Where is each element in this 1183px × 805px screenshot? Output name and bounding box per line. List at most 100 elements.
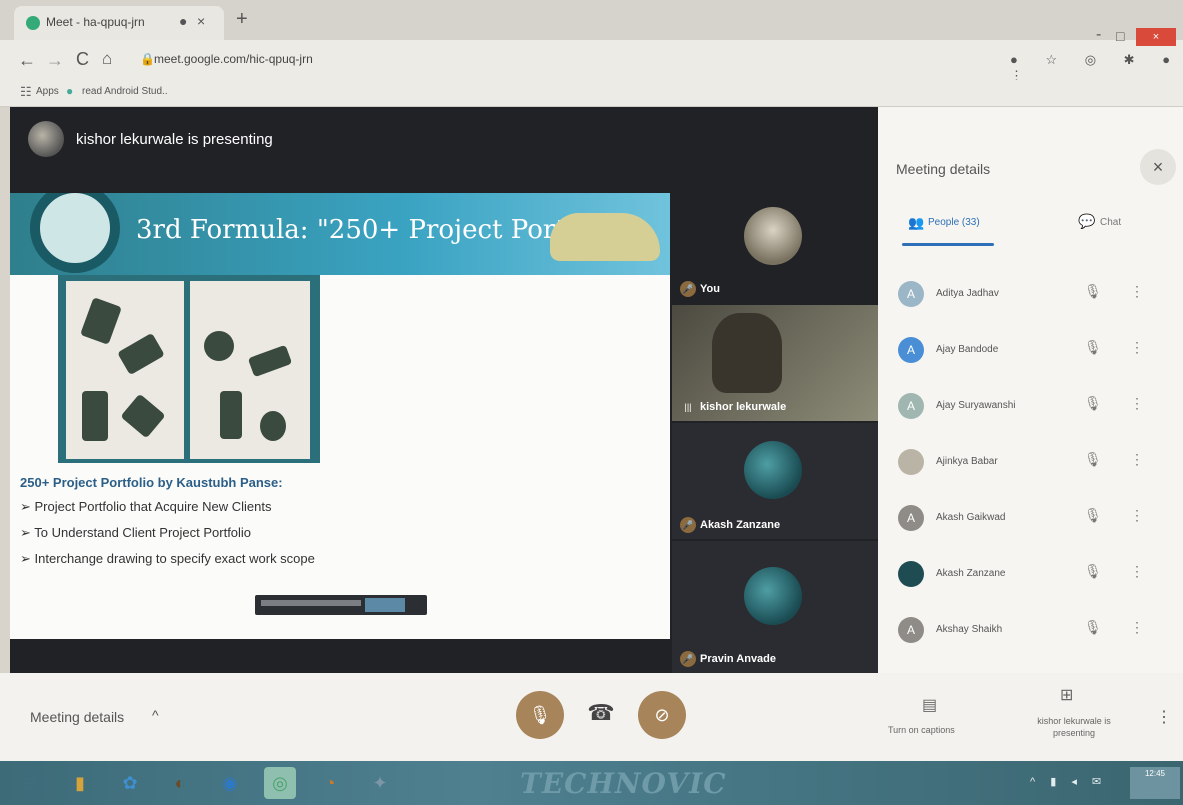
avatar [898, 449, 924, 475]
more-icon[interactable]: ⋮ [1130, 283, 1144, 300]
more-icon[interactable]: ⋮ [1130, 339, 1144, 356]
mic-icon: 🎤 [680, 517, 696, 533]
captions-icon[interactable]: ▤ [922, 695, 937, 715]
mic-off-icon[interactable]: 🎙 [1084, 339, 1102, 356]
slide-banner: 3rd Formula: "250+ Project Portfolio" [10, 193, 670, 275]
meeting-control-bar: Meeting details ^ 🎙 ☎ ⊘ ▤ Turn on captio… [0, 673, 1183, 761]
system-tray[interactable]: ^ ▮ ◂ ✉ [1030, 775, 1107, 788]
shared-slide: 3rd Formula: "250+ Project Portfolio" 25… [10, 193, 670, 639]
mic-icon: 🎤 [680, 651, 696, 667]
maximize-button[interactable]: □ [1116, 28, 1124, 44]
hide-sharing-button[interactable] [365, 598, 405, 612]
presenter-status: kishor lekurwale is presenting [76, 131, 273, 148]
mic-off-icon[interactable]: 🎙 [1084, 507, 1102, 524]
participant-row[interactable]: A Akshay Shaikh 🎙 ⋮ [878, 605, 1183, 661]
taskbar-app-icon[interactable]: ◎ [264, 767, 296, 799]
avatar [898, 561, 924, 587]
bookmark-apps[interactable]: Apps [36, 86, 59, 97]
participant-row[interactable]: A Ajay Bandode 🎙 ⋮ [878, 325, 1183, 381]
avatar [744, 441, 802, 499]
mic-toggle-button[interactable]: 🎙 [516, 691, 564, 739]
participant-tile-you[interactable]: 🎤 You [672, 187, 878, 303]
apps-grid-icon[interactable]: ☷ [20, 84, 32, 100]
participant-tile-pravin[interactable]: 🎤 Pravin Anvade [672, 541, 878, 673]
close-window-button[interactable]: × [1136, 28, 1176, 46]
participant-name: Aditya Jadhav [936, 288, 999, 299]
taskbar-app-icon[interactable]: ◐ [164, 767, 196, 799]
lock-icon: 🔒 [140, 52, 155, 66]
participant-row[interactable]: A Aditya Jadhav 🎙 ⋮ [878, 269, 1183, 325]
clock[interactable]: 12:45 [1130, 767, 1180, 799]
taskbar-app-icon[interactable]: ◔ [314, 767, 346, 799]
avatar: A [898, 281, 924, 307]
participant-name: Pravin Anvade [700, 653, 777, 665]
portfolio-photo-right [190, 281, 310, 459]
taskbar-app-icon[interactable]: ◉ [214, 767, 246, 799]
close-panel-button[interactable]: × [1140, 149, 1176, 185]
more-icon[interactable]: ⋮ [1130, 451, 1144, 468]
tab-chat[interactable]: Chat [1100, 217, 1121, 228]
taskbar-app-icon[interactable]: ✿ [114, 767, 146, 799]
present-icon[interactable]: ⊞ [1060, 685, 1073, 705]
camera-toggle-button[interactable]: ⊘ [638, 691, 686, 739]
participant-name: Ajay Bandode [936, 344, 999, 355]
meet-favicon-icon [26, 16, 40, 30]
mic-off-icon[interactable]: 🎙 [1084, 395, 1102, 412]
mic-off-icon[interactable]: 🎙 [1084, 451, 1102, 468]
reload-button[interactable]: C [76, 49, 89, 70]
participant-row[interactable]: Ajinkya Babar 🎙 ⋮ [878, 437, 1183, 493]
captions-button[interactable]: Turn on captions [888, 725, 955, 735]
recording-dot-icon: ● [179, 13, 188, 29]
chevron-up-icon[interactable]: ^ [152, 707, 159, 723]
panel-title: Meeting details [896, 161, 991, 177]
taskbar-app-icon[interactable]: ⊞ [14, 767, 46, 799]
participant-row[interactable]: A Ajay Suryawanshi 🎙 ⋮ [878, 381, 1183, 437]
participant-tile-kishor[interactable]: ||| kishor lekurwale [672, 305, 878, 421]
participant-name: Ajay Suryawanshi [936, 400, 1016, 411]
participant-tiles: 🎤 You ||| kishor lekurwale 🎤 Akash Zanza… [672, 187, 878, 673]
avatar [744, 207, 802, 265]
presenting-button[interactable]: kishor lekurwale is presenting [1026, 715, 1122, 739]
mic-off-icon[interactable]: 🎙 [1084, 563, 1102, 580]
portfolio-photo-frame [58, 275, 320, 463]
meeting-details-button[interactable]: Meeting details [30, 709, 124, 725]
avatar [744, 567, 802, 625]
taskbar-app-icon[interactable]: ▮ [64, 767, 96, 799]
tab-close-icon[interactable]: × [197, 13, 205, 29]
more-icon[interactable]: ⋮ [1130, 619, 1144, 636]
slide-heading: 250+ Project Portfolio by Kaustubh Panse… [20, 475, 283, 490]
participant-row[interactable]: Akash Zanzane 🎙 ⋮ [878, 549, 1183, 605]
minimize-button[interactable]: - [1096, 26, 1101, 44]
new-tab-button[interactable]: + [236, 8, 248, 31]
more-icon[interactable]: ⋮ [1130, 507, 1144, 524]
car-model-graphic [550, 213, 660, 261]
bookmark-icon[interactable]: ● [66, 84, 73, 98]
bookmark-android[interactable]: read Android Stud.. [82, 86, 168, 97]
leave-call-button[interactable]: ☎ [586, 701, 616, 725]
avatar: A [898, 617, 924, 643]
chat-icon[interactable]: 💬 [1078, 213, 1095, 230]
windows-taskbar: ⊞ ▮ ✿ ◐ ◉ ◎ ◔ ✦ TECHNOVIC ^ ▮ ◂ ✉ 12:45 [0, 761, 1183, 805]
sharing-notice-pill[interactable] [255, 595, 427, 615]
url-field[interactable]: meet.google.com/hic-qpuq-jrn [154, 52, 313, 66]
tab-title: Meet - ha-qpuq-jrn [46, 15, 145, 29]
more-options-button[interactable]: ⋮ [1156, 707, 1172, 727]
mic-off-icon[interactable]: 🎙 [1084, 283, 1102, 300]
participant-name: Akash Zanzane [936, 568, 1006, 579]
more-icon[interactable]: ⋮ [1130, 395, 1144, 412]
mic-off-icon[interactable]: 🎙 [1084, 619, 1102, 636]
back-button[interactable]: ← [18, 50, 36, 71]
more-icon[interactable]: ⋮ [1130, 563, 1144, 580]
forward-button[interactable]: → [46, 50, 64, 71]
meeting-details-panel: Meeting details × 👥 People (33) 💬 Chat A… [878, 107, 1183, 673]
taskbar-app-icon[interactable]: ✦ [364, 767, 396, 799]
participant-name: Akash Gaikwad [936, 512, 1006, 523]
people-icon[interactable]: 👥 [908, 215, 924, 231]
mic-icon: 🎤 [680, 281, 696, 297]
tab-people[interactable]: People (33) [928, 217, 980, 228]
participant-row[interactable]: A Akash Gaikwad 🎙 ⋮ [878, 493, 1183, 549]
participant-tile-akash[interactable]: 🎤 Akash Zanzane [672, 423, 878, 539]
meeting-stage: kishor lekurwale is presenting 3rd Formu… [10, 107, 878, 673]
browser-tab[interactable]: Meet - ha-qpuq-jrn ● × [14, 6, 224, 40]
home-button[interactable]: ⌂ [102, 49, 112, 69]
